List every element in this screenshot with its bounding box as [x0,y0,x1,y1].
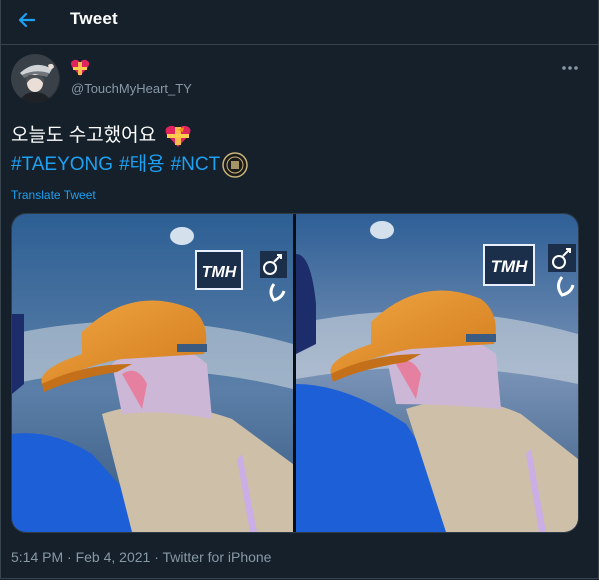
header-bar: Tweet [1,0,598,45]
watermark-text: TMH [202,264,237,281]
page-title: Tweet [70,9,118,28]
hashtag-link[interactable]: #NCT [171,150,221,179]
heart-with-ribbon-icon [164,124,192,148]
tweet-source[interactable]: Twitter for iPhone [163,549,272,565]
tweet-text: 오늘도 수고했어요 #TAEYONG #태용 #NCT [11,121,248,179]
arrow-left-icon [18,12,36,28]
back-button[interactable] [11,4,43,36]
more-options-button[interactable] [558,58,582,78]
translate-tweet-link[interactable]: Translate Tweet [11,188,96,202]
hashtag-link[interactable]: #태용 [119,150,165,179]
meta-separator: · [63,549,76,565]
heart-with-ribbon-icon [70,59,90,77]
hashtag-link[interactable]: #TAEYONG [11,150,113,179]
tweet-photo-left[interactable]: TMH [12,214,293,532]
nct-badge-icon [222,151,248,178]
meta-separator: · [150,549,163,565]
avatar[interactable] [11,54,60,103]
tweet-date[interactable]: Feb 4, 2021 [76,549,151,565]
tweet-line-2: #TAEYONG #태용 #NCT [11,150,248,179]
tweet-page: Tweet @TouchMyHeart_TY 오늘도 수고했어요 #TAEYON… [0,0,599,579]
author-handle[interactable]: @TouchMyHeart_TY [71,81,192,96]
watermark-text: TMH [491,257,529,276]
more-dots-icon [562,66,578,70]
media-grid: TMH TMH [11,213,579,533]
tweet-body: 오늘도 수고했어요 [11,125,157,146]
tweet-photo-right[interactable]: TMH [296,214,578,532]
tweet-line-1: 오늘도 수고했어요 [11,121,248,150]
tweet-meta: 5:14 PM · Feb 4, 2021 · Twitter for iPho… [11,549,271,565]
tweet-time[interactable]: 5:14 PM [11,549,63,565]
